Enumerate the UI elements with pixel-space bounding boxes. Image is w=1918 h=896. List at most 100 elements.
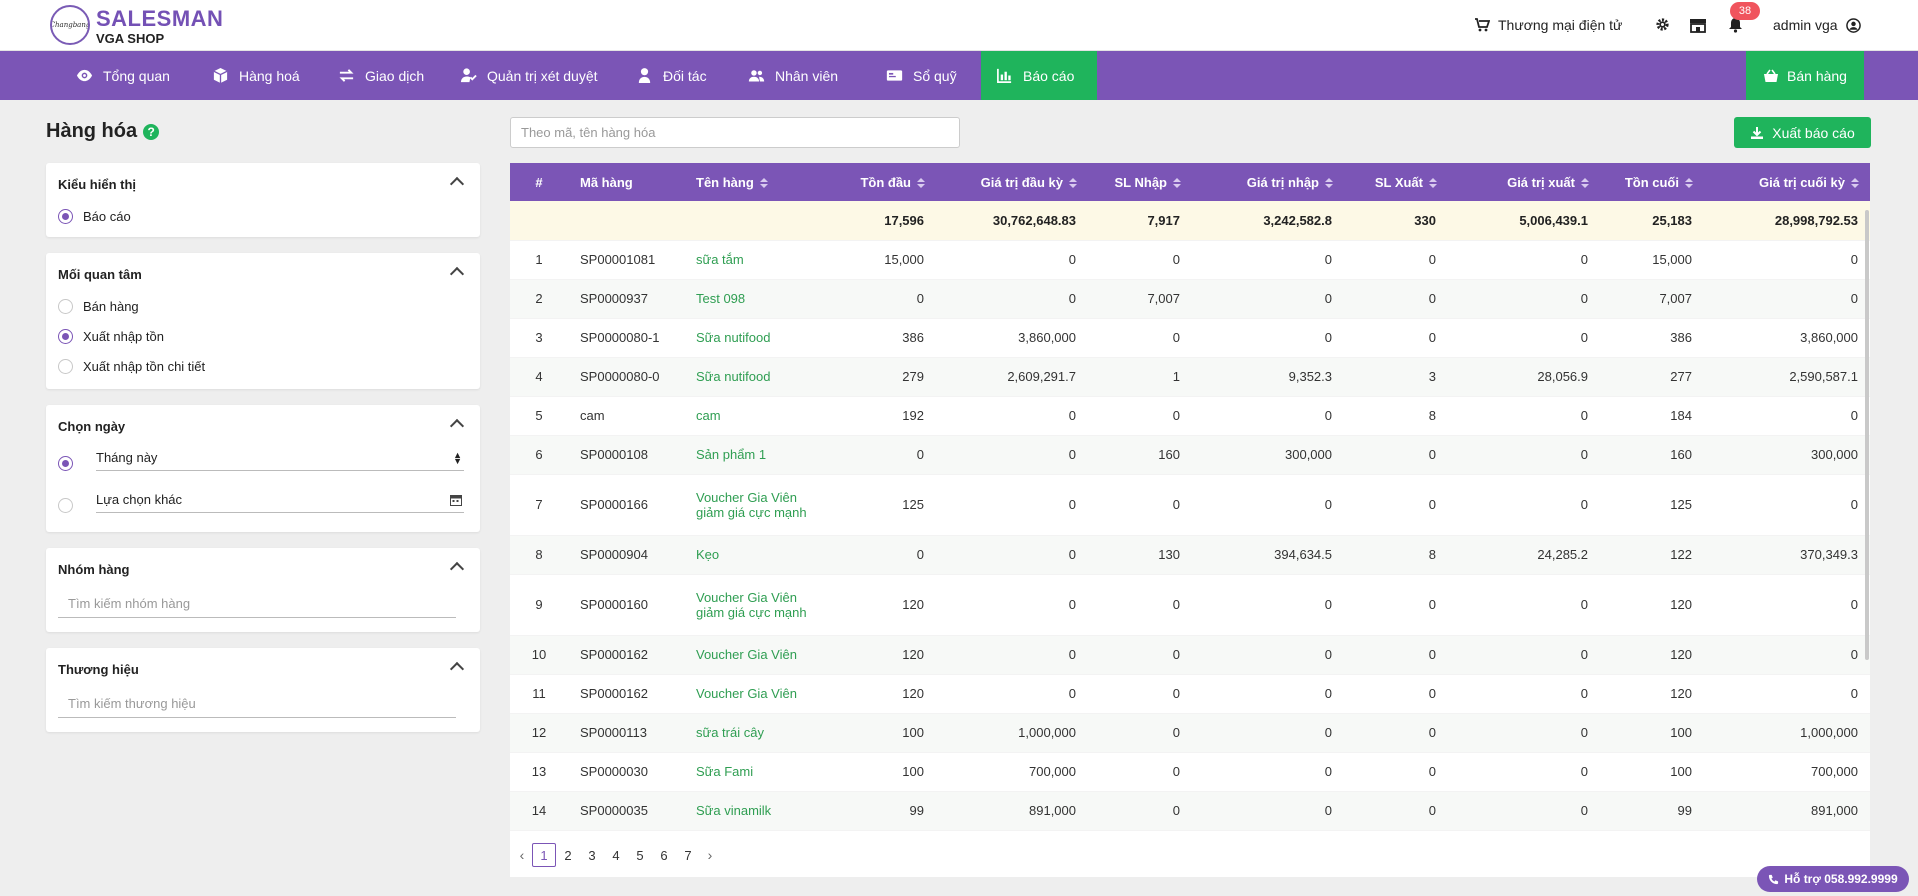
radio-button[interactable] xyxy=(58,456,73,471)
store-button[interactable] xyxy=(1689,17,1707,33)
column-header-label: # xyxy=(535,174,543,190)
chevron-up-icon[interactable] xyxy=(449,176,465,192)
table-row[interactable]: 10 SP0000162 Voucher Gia Viên 120 0 0 0 0 0 120 0 xyxy=(510,635,1870,675)
table-row[interactable]: 1 SP00001081 sữa tắm 15,000 0 0 0 0 0 15,000 0 xyxy=(510,240,1870,280)
table-cell: 300,000 xyxy=(1192,435,1344,475)
column-header[interactable]: SL Nhập xyxy=(1088,163,1192,201)
support-button[interactable]: Hỗ trợ 058.992.9999 xyxy=(1757,866,1909,892)
table-row[interactable]: 5 cam cam 192 0 0 0 8 0 184 0 xyxy=(510,396,1870,436)
product-name-link[interactable]: Test 098 xyxy=(696,291,745,306)
product-name-link[interactable]: Sữa Fami xyxy=(696,764,753,779)
radio-button[interactable] xyxy=(58,359,73,374)
radio-date-custom[interactable] xyxy=(58,498,73,513)
column-header[interactable]: Giá trị nhập xyxy=(1192,163,1344,201)
chevron-up-icon[interactable] xyxy=(449,661,465,677)
radio-date-preset[interactable] xyxy=(58,456,73,471)
radio-button[interactable] xyxy=(58,498,73,513)
nav-item-staff[interactable]: Nhân viên xyxy=(748,51,838,100)
product-name-link[interactable]: sữa tắm xyxy=(696,252,744,267)
column-header[interactable]: Tên hàng xyxy=(684,163,824,201)
sort-icon[interactable] xyxy=(1851,178,1858,188)
product-name-link[interactable]: cam xyxy=(696,408,721,423)
column-header[interactable]: Giá trị cuối kỳ xyxy=(1704,163,1870,201)
table-row[interactable]: 9 SP0000160 Voucher Gia Viên giảm giá cực … xyxy=(510,574,1870,636)
product-name-link[interactable]: Sữa nutifood xyxy=(696,330,770,345)
settings-button[interactable] xyxy=(1655,17,1670,32)
chevron-up-icon[interactable] xyxy=(449,561,465,577)
nav-item-approval[interactable]: Quản trị xét duyệt xyxy=(460,51,598,100)
export-report-button[interactable]: Xuất báo cáo xyxy=(1734,117,1871,148)
product-name-link[interactable]: Sữa nutifood xyxy=(696,369,770,384)
sort-icon[interactable] xyxy=(760,178,767,188)
column-header[interactable]: Tồn đầu xyxy=(824,163,936,201)
product-name-link[interactable]: Voucher Gia Viên giảm giá cực mạnh xyxy=(696,490,807,520)
radio-button[interactable] xyxy=(58,209,73,224)
date-custom-picker[interactable]: Lựa chọn khác xyxy=(96,487,464,513)
table-row[interactable]: 6 SP0000108 Sản phẩm 1 0 0 160 300,000 0 0 160 300… xyxy=(510,435,1870,475)
product-name-link[interactable]: Sản phẩm 1 xyxy=(696,447,766,462)
nav-item-products[interactable]: Hàng hoá xyxy=(212,51,300,100)
column-header[interactable]: Giá trị đầu kỳ xyxy=(936,163,1088,201)
table-row[interactable]: 11 SP0000162 Voucher Gia Viên 120 0 0 0 0 0 120 0 xyxy=(510,674,1870,714)
sort-icon[interactable] xyxy=(917,178,924,188)
nav-item-reports[interactable]: Báo cáo xyxy=(981,51,1097,100)
nav-item-transactions[interactable]: Giao dịch xyxy=(338,51,424,100)
product-group-search[interactable]: Tìm kiếm nhóm hàng xyxy=(58,590,456,618)
ecommerce-link[interactable]: Thương mại điện tử xyxy=(1474,17,1622,33)
radio-button[interactable] xyxy=(58,299,73,314)
page-number[interactable]: 5 xyxy=(628,843,652,867)
product-name-link[interactable]: Voucher Gia Viên xyxy=(696,686,797,701)
page-number[interactable]: 1 xyxy=(532,843,556,867)
table-row[interactable]: 2 SP0000937 Test 098 0 0 7,007 0 0 0 7,007 0 xyxy=(510,279,1870,319)
chevron-up-icon[interactable] xyxy=(449,418,465,434)
table-cell: 0 xyxy=(1088,396,1192,436)
radio-button[interactable] xyxy=(58,329,73,344)
sell-button[interactable]: Bán hàng xyxy=(1746,51,1864,100)
brand-search[interactable]: Tìm kiếm thương hiệu xyxy=(58,690,456,718)
table-row[interactable]: 4 SP0000080-0 Sữa nutifood 279 2,609,291.7 1 9… xyxy=(510,357,1870,397)
column-header[interactable]: Tồn cuối xyxy=(1600,163,1704,201)
table-cell: 28,056.9 xyxy=(1448,357,1600,397)
date-preset-select[interactable]: Tháng này ▲ ▼ xyxy=(96,445,464,471)
nav-item-partners[interactable]: Đối tác xyxy=(636,51,707,100)
page-number[interactable]: 4 xyxy=(604,843,628,867)
column-header[interactable]: SL Xuất xyxy=(1344,163,1448,201)
help-icon[interactable]: ? xyxy=(143,123,160,140)
sort-icon[interactable] xyxy=(1429,178,1436,188)
nav-item-overview[interactable]: Tổng quan xyxy=(76,51,170,100)
radio-option-inventory-detail[interactable]: Xuất nhập tồn chi tiết xyxy=(58,359,205,374)
product-name-link[interactable]: Voucher Gia Viên xyxy=(696,647,797,662)
product-name-link[interactable]: Kẹo xyxy=(696,547,719,562)
product-name-link[interactable]: sữa trái cây xyxy=(696,725,764,740)
radio-option-sales[interactable]: Bán hàng xyxy=(58,299,139,314)
chevron-up-icon[interactable] xyxy=(449,266,465,282)
table-row[interactable]: 8 SP0000904 Kẹo 0 0 130 394,634.5 8 24,285.2 122 3… xyxy=(510,535,1870,575)
user-menu[interactable]: admin vga xyxy=(1773,17,1861,33)
sort-icon[interactable] xyxy=(1685,178,1692,188)
table-row[interactable]: 7 SP0000166 Voucher Gia Viên giảm giá cực … xyxy=(510,474,1870,536)
product-name-link[interactable]: Voucher Gia Viên giảm giá cực mạnh xyxy=(696,590,807,620)
page-number[interactable]: 6 xyxy=(652,843,676,867)
table-scrollbar[interactable] xyxy=(1865,210,1869,660)
shop-logo[interactable]: Changbang xyxy=(50,5,90,45)
table-cell: 10 xyxy=(510,635,568,675)
page-number[interactable]: 3 xyxy=(580,843,604,867)
sort-icon[interactable] xyxy=(1173,178,1180,188)
product-search-input[interactable]: Theo mã, tên hàng hóa xyxy=(510,117,960,148)
prev-page-icon[interactable]: ‹ xyxy=(512,843,532,867)
radio-option-inventory[interactable]: Xuất nhập tồn xyxy=(58,329,164,344)
radio-option-report[interactable]: Báo cáo xyxy=(58,209,131,224)
product-name-link[interactable]: Sữa vinamilk xyxy=(696,803,771,818)
page-number[interactable]: 7 xyxy=(676,843,700,867)
next-page-icon[interactable]: › xyxy=(700,843,720,867)
table-row[interactable]: 13 SP0000030 Sữa Fami 100 700,000 0 0 0 0 100 700,… xyxy=(510,752,1870,792)
nav-item-cashbook[interactable]: Sổ quỹ xyxy=(886,51,957,100)
column-header[interactable]: Giá trị xuất xyxy=(1448,163,1600,201)
table-row[interactable]: 3 SP0000080-1 Sữa nutifood 386 3,860,000 0 0 0 0… xyxy=(510,318,1870,358)
page-number[interactable]: 2 xyxy=(556,843,580,867)
sort-icon[interactable] xyxy=(1069,178,1076,188)
sort-icon[interactable] xyxy=(1325,178,1332,188)
table-row[interactable]: 12 SP0000113 sữa trái cây 100 1,000,000 0 0 0 0 1… xyxy=(510,713,1870,753)
table-row[interactable]: 14 SP0000035 Sữa vinamilk 99 891,000 0 0 0 0 99 89… xyxy=(510,791,1870,831)
sort-icon[interactable] xyxy=(1581,178,1588,188)
